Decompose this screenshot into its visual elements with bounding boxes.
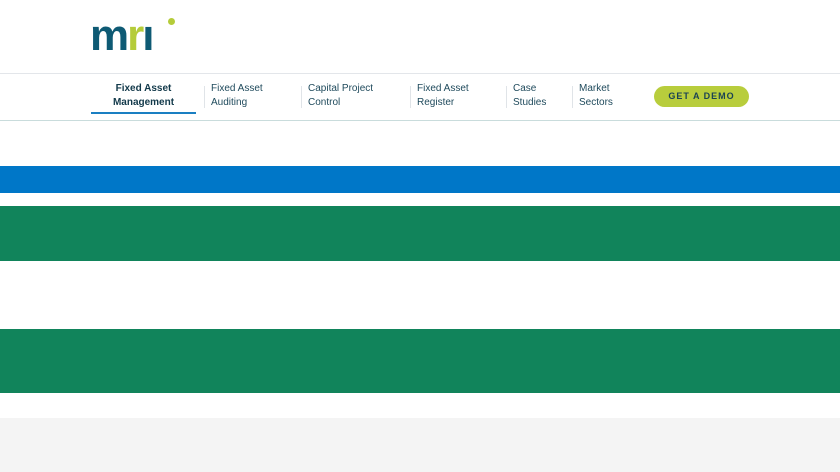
site-header: mrı [0, 0, 840, 74]
nav-case-studies[interactable]: Case Studies [513, 82, 553, 110]
green-section [0, 329, 840, 393]
nav-fixed-asset-management[interactable]: Fixed Asset Management [91, 82, 196, 114]
get-a-demo-button[interactable]: GET A DEMO [654, 86, 749, 107]
main-nav: Fixed Asset Management Fixed Asset Audit… [0, 74, 840, 121]
nav-market-sectors[interactable]: Market Sectors [579, 82, 624, 110]
nav-capital-project-control[interactable]: Capital Project Control [308, 82, 388, 110]
nav-fixed-asset-register[interactable]: Fixed Asset Register [417, 82, 487, 110]
nav-fixed-asset-auditing[interactable]: Fixed Asset Auditing [211, 82, 281, 110]
gray-section [0, 418, 840, 472]
green-banner [0, 206, 840, 261]
blue-banner [0, 166, 840, 193]
mri-logo[interactable]: mrı [90, 14, 175, 58]
